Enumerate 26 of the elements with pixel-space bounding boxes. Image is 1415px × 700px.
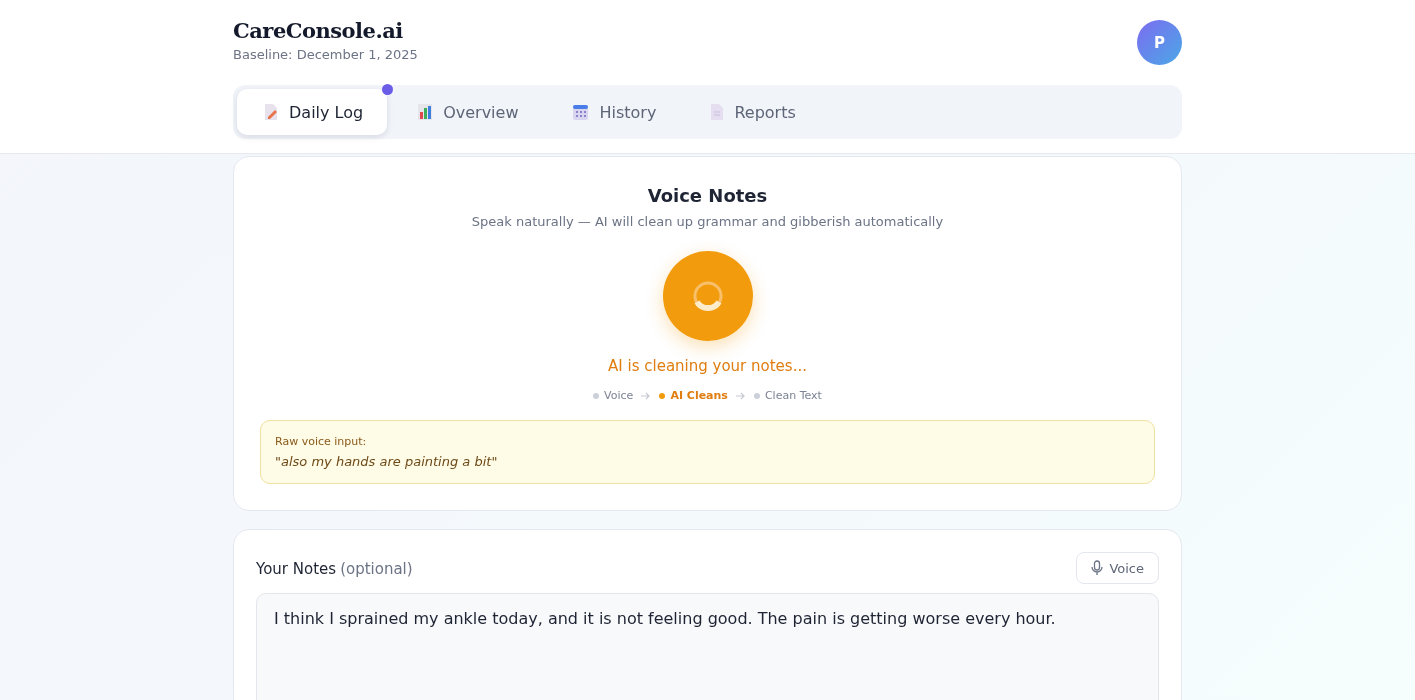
arrow-icon [735,391,746,400]
pipeline-step: Voice [593,389,634,402]
arrow-icon [641,391,652,400]
optional-hint: (optional) [340,559,413,578]
tab[interactable]: History [546,89,681,135]
raw-input-text: "also my hands are painting a bit" [275,454,499,469]
brand-logo: CareConsole.ai [233,18,404,43]
microphone-icon [1091,560,1104,576]
calendar-icon [572,103,590,121]
voice-button[interactable]: Voice [1076,552,1159,584]
tab[interactable]: Daily Log [237,89,388,135]
baseline-date: Baseline: December 1, 2025 [233,47,418,62]
tab[interactable]: Reports [684,89,820,135]
raw-input-label: Raw voice input: [275,435,368,448]
bar-chart-icon [417,103,434,121]
status-text: AI is cleaning your notes... [608,357,807,375]
pipeline-step: Clean Text [753,389,822,402]
notes-field[interactable]: I think I sprained my ankle today, and it is not feeling good. The pain is getting worse every hour. [256,593,1159,700]
pipeline-step: AI Cleans [659,389,728,402]
avatar[interactable]: P [1137,20,1182,65]
card-subtitle: Speak naturally — AI will clean up grammar and gibberish automatically [471,214,944,229]
tab[interactable]: Overview [391,89,543,135]
document-icon [710,103,725,121]
memo-icon [263,103,279,121]
card-title: Voice Notes [647,185,768,206]
notes-label: Your Notes [256,559,337,578]
